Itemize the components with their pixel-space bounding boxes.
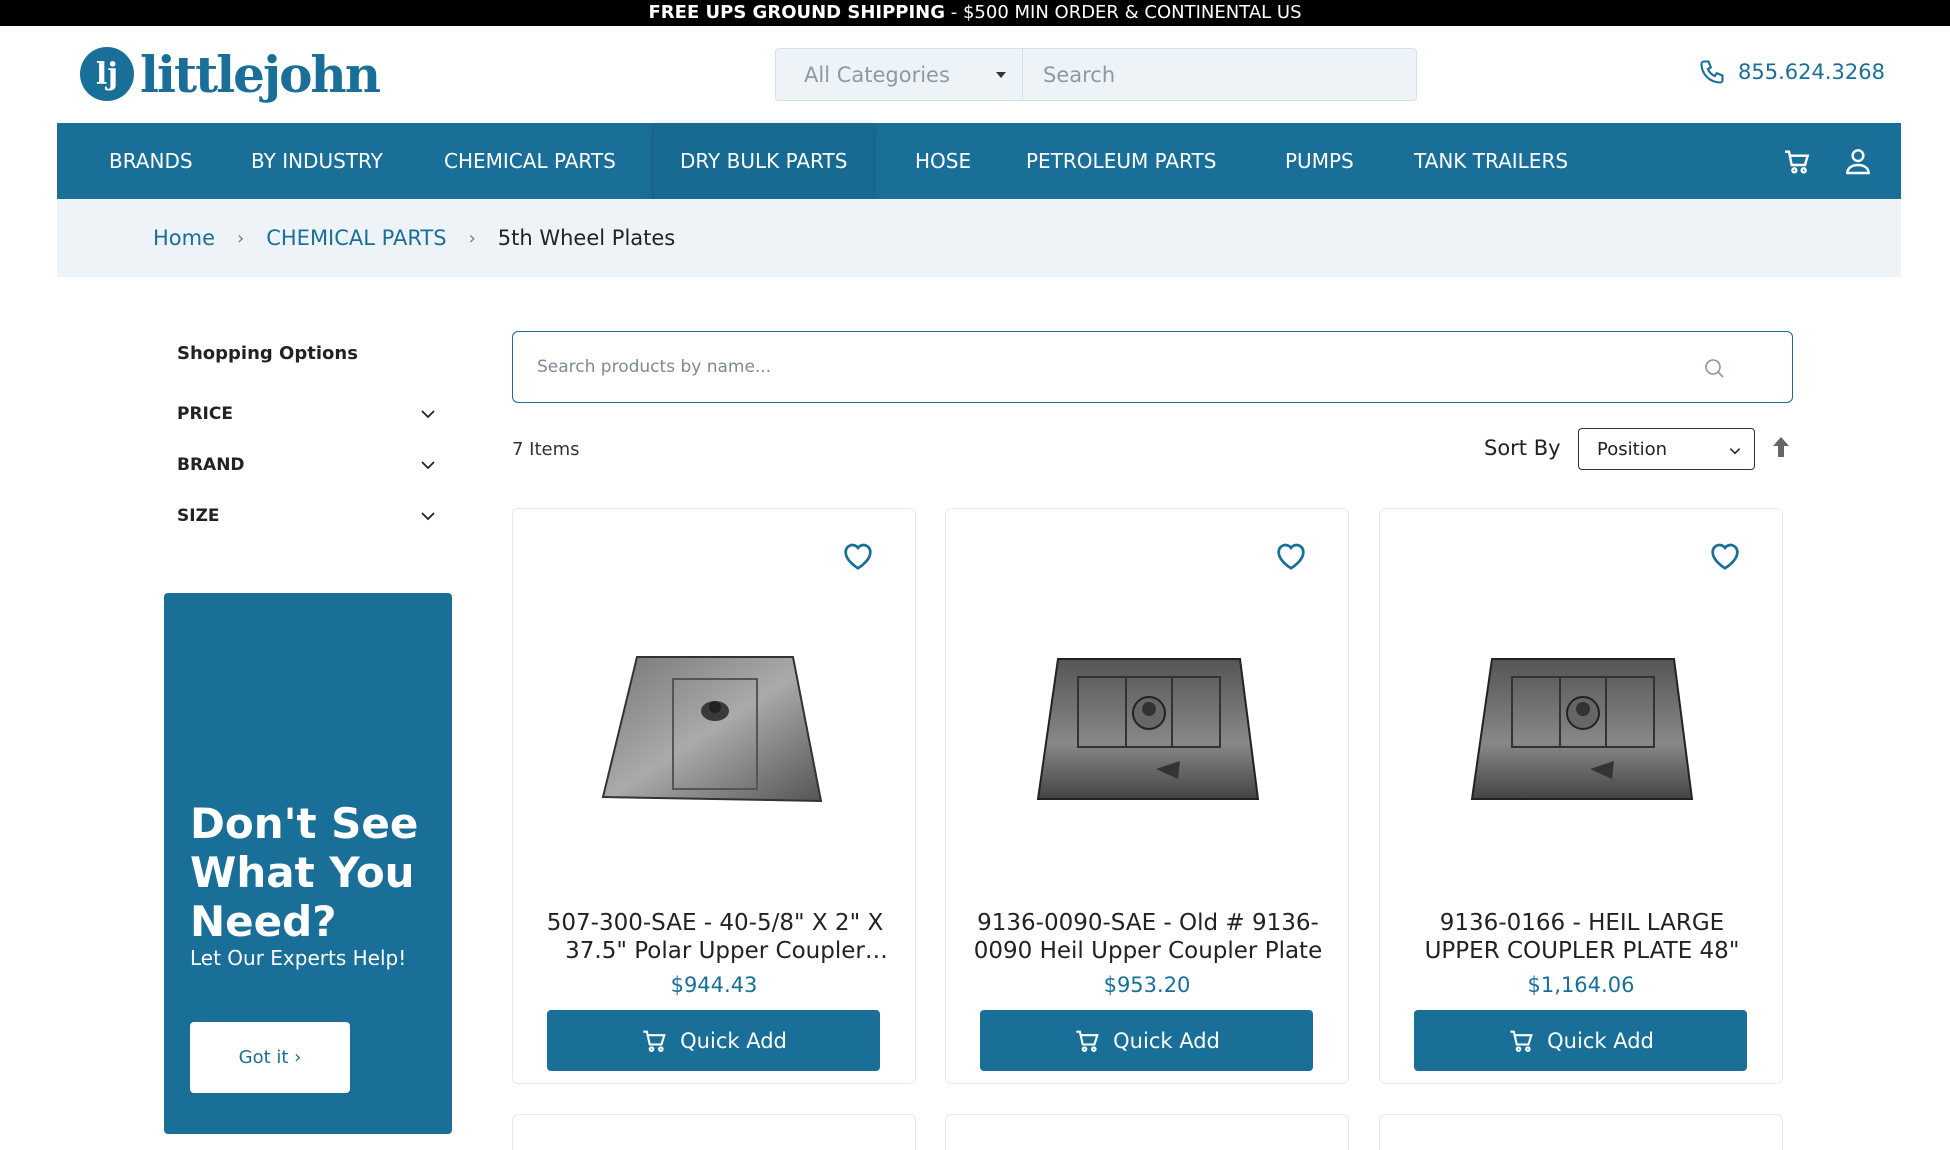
product-card[interactable]	[1379, 1114, 1783, 1150]
promo-title: Don't See What You Need?	[190, 799, 419, 946]
wishlist-heart-icon[interactable]	[1274, 541, 1308, 571]
breadcrumb-separator: ›	[468, 227, 476, 249]
nav-item-pumps[interactable]: PUMPS	[1285, 123, 1354, 199]
phone-link[interactable]: 855.624.3268	[1698, 58, 1885, 86]
announcement-bar: FREE UPS GROUND SHIPPING - $500 MIN ORDE…	[0, 0, 1950, 26]
product-price: $1,164.06	[1527, 973, 1635, 997]
nav-item-by-industry[interactable]: BY INDUSTRY	[251, 123, 383, 199]
phone-number: 855.624.3268	[1738, 60, 1885, 84]
product-card[interactable]: 9136-0166 - HEIL LARGE UPPER COUPLER PLA…	[1379, 508, 1783, 1084]
product-image[interactable]	[1452, 629, 1712, 829]
item-count: 7 Items	[512, 439, 580, 460]
quick-add-label: Quick Add	[680, 1028, 787, 1053]
sort-direction-arrow-icon[interactable]	[1772, 436, 1790, 458]
quick-add-label: Quick Add	[1547, 1028, 1654, 1053]
product-search-input[interactable]: Search products by name...	[512, 331, 1793, 403]
breadcrumb-separator: ›	[237, 227, 245, 249]
quick-add-button[interactable]: Quick Add	[1414, 1010, 1747, 1071]
filter-size[interactable]: SIZE	[177, 501, 437, 531]
product-name[interactable]: 507-300-SAE - 40-5/8" X 2" X 37.5" Polar…	[533, 909, 897, 965]
sort-label: Sort By	[1484, 436, 1561, 460]
caret-down-icon	[996, 72, 1006, 78]
filter-label: SIZE	[177, 506, 220, 526]
wishlist-heart-icon[interactable]	[841, 541, 875, 571]
quick-add-label: Quick Add	[1113, 1028, 1220, 1053]
site-logo[interactable]: lj littlejohn	[80, 44, 381, 104]
quick-add-button[interactable]: Quick Add	[547, 1010, 880, 1071]
nav-item-chemical-parts[interactable]: CHEMICAL PARTS	[444, 123, 616, 199]
nav-item-tank-trailers[interactable]: TANK TRAILERS	[1414, 123, 1568, 199]
chevron-down-icon	[421, 512, 435, 521]
product-search-placeholder: Search products by name...	[537, 357, 772, 377]
product-name[interactable]: 9136-0166 - HEIL LARGE UPPER COUPLER PLA…	[1400, 909, 1764, 965]
quick-add-button[interactable]: Quick Add	[980, 1010, 1313, 1071]
product-name[interactable]: 9136-0090-SAE - Old # 9136-0090 Heil Upp…	[966, 909, 1330, 965]
product-price: $953.20	[1103, 973, 1191, 997]
cart-icon	[643, 1030, 666, 1052]
announcement-text: - $500 MIN ORDER & CONTINENTAL US	[945, 2, 1302, 23]
nav-item-brands[interactable]: BRANDS	[109, 123, 193, 199]
user-icon[interactable]	[1842, 145, 1874, 177]
category-select-value: All Categories	[804, 62, 950, 87]
phone-icon	[1700, 60, 1724, 84]
promo-got-it-button[interactable]: Got it ›	[190, 1022, 350, 1093]
product-image[interactable]	[585, 629, 845, 829]
breadcrumb-current: 5th Wheel Plates	[497, 226, 676, 250]
cart-icon	[1076, 1030, 1099, 1052]
chevron-down-icon	[421, 410, 435, 419]
chevron-down-icon	[1729, 448, 1741, 455]
breadcrumb: Home › CHEMICAL PARTS › 5th Wheel Plates	[57, 199, 1901, 277]
nav-item-petroleum-parts[interactable]: PETROLEUM PARTS	[1026, 123, 1216, 199]
announcement-bold: FREE UPS GROUND SHIPPING	[648, 2, 946, 23]
filter-label: PRICE	[177, 404, 233, 424]
sort-select-value: Position	[1597, 438, 1668, 460]
product-card[interactable]: 9136-0090-SAE - Old # 9136-0090 Heil Upp…	[945, 508, 1349, 1084]
product-card[interactable]	[945, 1114, 1349, 1150]
filter-label: BRAND	[177, 455, 245, 475]
product-image[interactable]	[1018, 629, 1278, 829]
search-input[interactable]: Search	[1023, 49, 1416, 100]
product-card[interactable]	[512, 1114, 916, 1150]
product-price: $944.43	[670, 973, 758, 997]
cart-icon	[1510, 1030, 1533, 1052]
nav-item-dry-bulk-parts[interactable]: DRY BULK PARTS	[654, 123, 874, 199]
shopping-options-title: Shopping Options	[177, 343, 358, 364]
breadcrumb-home[interactable]: Home	[153, 226, 215, 250]
category-select[interactable]: All Categories	[776, 49, 1023, 100]
cart-icon[interactable]	[1781, 145, 1813, 177]
search-placeholder: Search	[1043, 62, 1116, 87]
filter-price[interactable]: PRICE	[177, 399, 437, 429]
product-card[interactable]: 507-300-SAE - 40-5/8" X 2" X 37.5" Polar…	[512, 508, 916, 1084]
search-icon[interactable]	[1702, 356, 1726, 380]
nav-item-hose[interactable]: HOSE	[915, 123, 971, 199]
chevron-down-icon	[421, 461, 435, 470]
main-nav: BRANDS BY INDUSTRY CHEMICAL PARTS DRY BU…	[57, 123, 1901, 199]
sort-select[interactable]: Position	[1578, 428, 1755, 470]
expert-help-promo: Don't See What You Need? Let Our Experts…	[164, 593, 452, 1134]
promo-subtitle: Let Our Experts Help!	[190, 946, 407, 970]
logo-text: littlejohn	[140, 44, 381, 104]
header-search: All Categories Search	[775, 48, 1417, 101]
breadcrumb-category[interactable]: CHEMICAL PARTS	[266, 226, 446, 250]
wishlist-heart-icon[interactable]	[1708, 541, 1742, 571]
filter-brand[interactable]: BRAND	[177, 450, 437, 480]
logo-mark: lj	[80, 47, 134, 101]
